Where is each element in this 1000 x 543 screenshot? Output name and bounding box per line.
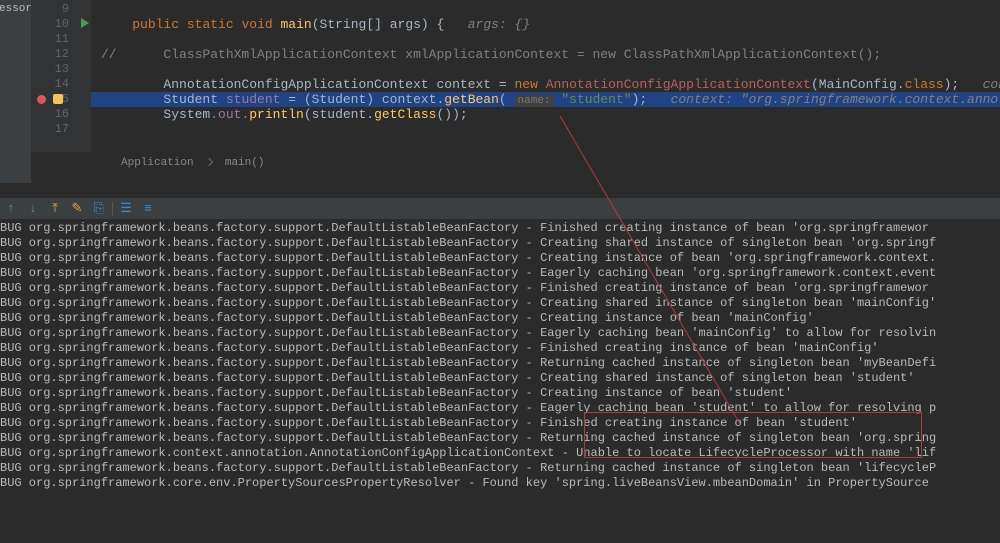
line-number[interactable]: 12	[31, 47, 91, 62]
code-line[interactable]: public static void main(String[] args) {…	[91, 17, 1000, 32]
log-line: BUG org.springframework.beans.factory.su…	[0, 371, 1000, 386]
log-line: BUG org.springframework.beans.factory.su…	[0, 221, 1000, 236]
bulb-icon[interactable]	[53, 94, 63, 104]
breadcrumb-item[interactable]: Application	[121, 157, 194, 169]
line-number[interactable]: 13	[31, 62, 91, 77]
log-line: BUG org.springframework.beans.factory.su…	[0, 281, 1000, 296]
run-icon[interactable]	[81, 18, 89, 28]
export-icon[interactable]: ⤒	[44, 198, 66, 220]
log-line: BUG org.springframework.beans.factory.su…	[0, 386, 1000, 401]
line-number[interactable]: 9	[31, 2, 91, 17]
breadcrumb[interactable]: Application main()	[121, 157, 264, 169]
breakpoint-icon[interactable]	[37, 95, 46, 104]
log-line: BUG org.springframework.context.annotati…	[0, 446, 1000, 461]
line-number[interactable]: 10	[31, 17, 91, 32]
code-line[interactable]	[91, 122, 1000, 137]
gutter: 91011121314151617	[31, 0, 91, 152]
log-line: BUG org.springframework.beans.factory.su…	[0, 356, 1000, 371]
log-line: BUG org.springframework.beans.factory.su…	[0, 296, 1000, 311]
line-number[interactable]: 17	[31, 122, 91, 137]
code-line[interactable]: // ClassPathXmlApplicationContext xmlApp…	[91, 47, 1000, 62]
log-line: BUG org.springframework.beans.factory.su…	[0, 236, 1000, 251]
copy-icon[interactable]: ⎘	[88, 198, 110, 220]
log-line: BUG org.springframework.beans.factory.su…	[0, 431, 1000, 446]
scroll-icon[interactable]: ≡	[137, 198, 159, 220]
log-line: BUG org.springframework.core.env.Propert…	[0, 476, 1000, 491]
step-up-icon[interactable]: ↑	[0, 198, 22, 220]
chevron-right-icon	[205, 158, 213, 166]
log-line: BUG org.springframework.beans.factory.su…	[0, 401, 1000, 416]
breadcrumb-item[interactable]: main()	[225, 157, 265, 169]
line-number[interactable]: 16	[31, 107, 91, 122]
line-number[interactable]: 14	[31, 77, 91, 92]
code-line[interactable]: Student student = (Student) context.getB…	[91, 92, 1000, 107]
log-line: BUG org.springframework.beans.factory.su…	[0, 416, 1000, 431]
log-line: BUG org.springframework.beans.factory.su…	[0, 311, 1000, 326]
line-number[interactable]: 11	[31, 32, 91, 47]
wrap-icon[interactable]: ☰	[115, 198, 137, 220]
code-area[interactable]: public static void main(String[] args) {…	[91, 0, 1000, 152]
console-toolbar: ↑↓⤒✎⎘☰≡	[0, 197, 1000, 221]
divider	[112, 202, 113, 216]
log-line: BUG org.springframework.beans.factory.su…	[0, 266, 1000, 281]
edit-icon[interactable]: ✎	[66, 198, 88, 220]
log-line: BUG org.springframework.beans.factory.su…	[0, 461, 1000, 476]
log-line: BUG org.springframework.beans.factory.su…	[0, 251, 1000, 266]
code-line[interactable]: AnnotationConfigApplicationContext conte…	[91, 77, 1000, 92]
line-number[interactable]: 15	[31, 92, 91, 107]
debug-console[interactable]: BUG org.springframework.beans.factory.su…	[0, 219, 1000, 543]
code-line[interactable]: System.out.println(student.getClass());	[91, 107, 1000, 122]
code-line[interactable]	[91, 62, 1000, 77]
editor-side-tab[interactable]: essor	[0, 0, 32, 183]
step-down-icon[interactable]: ↓	[22, 198, 44, 220]
code-editor: 91011121314151617 public static void mai…	[31, 0, 1000, 180]
log-line: BUG org.springframework.beans.factory.su…	[0, 341, 1000, 356]
log-line: BUG org.springframework.beans.factory.su…	[0, 326, 1000, 341]
code-line[interactable]	[91, 32, 1000, 47]
code-line[interactable]	[91, 2, 1000, 17]
